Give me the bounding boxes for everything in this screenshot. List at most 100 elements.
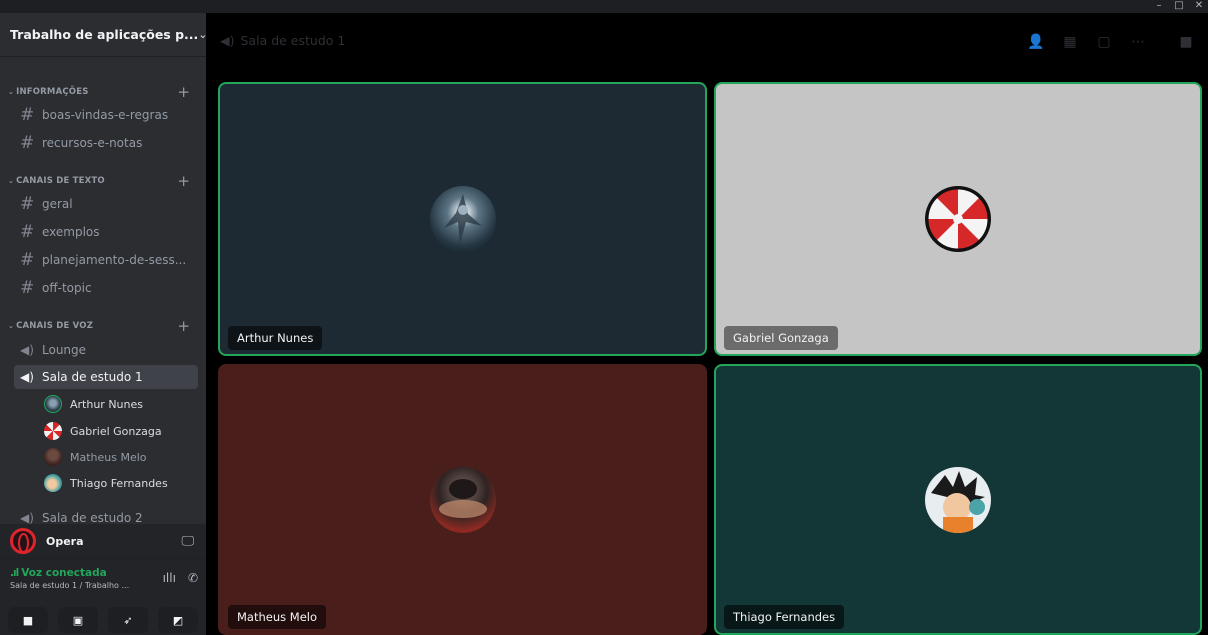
umbrella-logo-icon: [925, 186, 991, 252]
hash-icon: #: [20, 104, 35, 125]
channel-label: planejamento-de-sess...: [42, 253, 187, 267]
participant-tile-matheus-melo[interactable]: Matheus Melo: [218, 364, 707, 635]
voice-user-name: Matheus Melo: [70, 450, 147, 464]
activities-button[interactable]: ➶: [108, 607, 148, 633]
camera-button[interactable]: ■: [8, 607, 48, 633]
participant-tile-arthur-nunes[interactable]: Arthur Nunes: [218, 82, 707, 356]
avatar: [44, 474, 62, 492]
channel-label: exemplos: [42, 225, 100, 239]
stage-header: ◀) Sala de estudo 1 👤 ▦ ▢ ⋯ ■: [206, 13, 1208, 61]
server-name: Trabalho de aplicações p...: [10, 27, 199, 42]
category-canais-de-voz[interactable]: ⌄ CANAIS DE VOZ +: [0, 318, 206, 334]
avatar: [429, 466, 496, 533]
add-channel-icon[interactable]: +: [177, 318, 190, 334]
category-label: CANAIS DE TEXTO: [16, 176, 105, 186]
speaker-icon: ◀): [20, 343, 34, 357]
server-header[interactable]: Trabalho de aplicações p... ⌄: [0, 13, 206, 57]
share-screen-button[interactable]: ▣: [58, 607, 98, 633]
hash-icon: #: [20, 193, 35, 214]
channel-recursos-e-notas[interactable]: # recursos-e-notas: [14, 131, 198, 155]
voice-user-name: Arthur Nunes: [70, 397, 143, 411]
avatar-art: [931, 470, 985, 533]
noise-suppression-icon[interactable]: ıllı: [163, 571, 176, 585]
participant-tile-gabriel-gonzaga[interactable]: Gabriel Gonzaga: [714, 82, 1202, 356]
voice-user-arthur-nunes[interactable]: Arthur Nunes: [44, 393, 143, 415]
category-informacoes[interactable]: ⌄ INFORMAÇÕES +: [0, 84, 206, 100]
disconnect-icon[interactable]: ✆: [188, 571, 198, 585]
category-label: CANAIS DE VOZ: [16, 321, 94, 331]
voice-connected-status[interactable]: .ıl Voz conectada: [10, 567, 107, 579]
inbox-icon[interactable]: ■: [1176, 34, 1196, 50]
opera-logo-icon: [10, 528, 36, 554]
channel-exemplos[interactable]: # exemplos: [14, 220, 198, 244]
share-screen-icon: ▣: [72, 613, 84, 627]
voice-user-name: Thiago Fernandes: [70, 476, 168, 490]
activity-name: Opera: [46, 534, 84, 548]
avatar: [925, 186, 991, 252]
category-label: INFORMAÇÕES: [16, 87, 89, 97]
stage-channel-title: Sala de estudo 1: [240, 33, 346, 48]
maximize-button[interactable]: □: [1170, 0, 1188, 13]
channel-label: boas-vindas-e-regras: [42, 108, 169, 122]
avatar: [925, 466, 991, 533]
voice-user-thiago-fernandes[interactable]: Thiago Fernandes: [44, 472, 168, 494]
hash-icon: #: [20, 132, 35, 153]
minimize-button[interactable]: –: [1150, 0, 1168, 13]
avatar: [44, 422, 62, 440]
avatar-art: [438, 478, 487, 518]
add-user-icon[interactable]: 👤: [1026, 34, 1046, 50]
grid-layout-icon[interactable]: ▦: [1060, 34, 1080, 50]
soundboard-button[interactable]: ◩: [158, 607, 198, 633]
channel-label: recursos-e-notas: [42, 136, 143, 150]
voice-channel-lounge[interactable]: ◀) Lounge: [14, 338, 198, 362]
participant-tile-thiago-fernandes[interactable]: Thiago Fernandes: [714, 364, 1202, 635]
category-canais-de-texto[interactable]: ⌄ CANAIS DE TEXTO +: [0, 173, 206, 189]
voice-channel-path[interactable]: Sala de estudo 1 / Trabalho ...: [10, 581, 129, 590]
activity-bar[interactable]: Opera 🖵: [0, 524, 206, 558]
participant-name-tag: Thiago Fernandes: [724, 605, 845, 629]
camera-icon: ■: [22, 613, 34, 627]
channel-label: Lounge: [42, 343, 87, 357]
voice-user-matheus-melo[interactable]: Matheus Melo: [44, 446, 147, 468]
voice-status-label: Voz conectada: [21, 567, 107, 579]
chevron-down-icon: ⌄: [198, 28, 206, 41]
rocket-icon: ➶: [123, 613, 133, 627]
channel-label: Sala de estudo 2: [42, 511, 143, 525]
voice-connection-panel: .ıl Voz conectada Sala de estudo 1 / Trab…: [0, 558, 206, 635]
channel-label: off-topic: [42, 281, 92, 295]
voice-user-gabriel-gonzaga[interactable]: Gabriel Gonzaga: [44, 420, 162, 442]
soundboard-icon: ◩: [172, 613, 184, 627]
speaker-icon: ◀): [220, 33, 235, 48]
hash-icon: #: [20, 249, 35, 270]
more-options-icon[interactable]: ⋯: [1128, 34, 1148, 50]
close-button[interactable]: ✕: [1190, 0, 1208, 13]
voice-user-name: Gabriel Gonzaga: [70, 424, 162, 438]
avatar: [429, 186, 496, 252]
voice-stage: ◀) Sala de estudo 1 👤 ▦ ▢ ⋯ ■ Arthur Nune…: [206, 13, 1208, 635]
channel-off-topic[interactable]: # off-topic: [14, 276, 198, 300]
avatar: [44, 448, 62, 466]
voice-channel-sala-de-estudo-1[interactable]: ◀) Sala de estudo 1: [14, 365, 198, 389]
participant-name-tag: Arthur Nunes: [228, 326, 323, 350]
speaker-icon: ◀): [20, 511, 34, 525]
window-titlebar: – □ ✕: [0, 0, 1208, 13]
hash-icon: #: [20, 277, 35, 298]
chat-icon[interactable]: ▢: [1094, 34, 1114, 50]
caret-icon: ⌄: [8, 322, 15, 330]
screen-share-icon[interactable]: 🖵: [181, 534, 194, 549]
signal-icon: .ıl: [10, 567, 19, 579]
channel-geral[interactable]: # geral: [14, 192, 198, 216]
avatar-art: [443, 194, 482, 244]
speaker-icon: ◀): [20, 370, 34, 384]
channel-label: Sala de estudo 1: [42, 370, 143, 384]
participant-name-tag: Gabriel Gonzaga: [724, 326, 838, 350]
caret-icon: ⌄: [8, 88, 15, 96]
participant-name-tag: Matheus Melo: [228, 605, 327, 629]
channel-label: geral: [42, 197, 73, 211]
channel-planejamento-de-sessoes[interactable]: # planejamento-de-sess...: [14, 248, 198, 272]
add-channel-icon[interactable]: +: [177, 173, 190, 189]
channel-boas-vindas-e-regras[interactable]: # boas-vindas-e-regras: [14, 103, 198, 127]
add-channel-icon[interactable]: +: [177, 84, 190, 100]
caret-icon: ⌄: [8, 177, 15, 185]
hash-icon: #: [20, 221, 35, 242]
